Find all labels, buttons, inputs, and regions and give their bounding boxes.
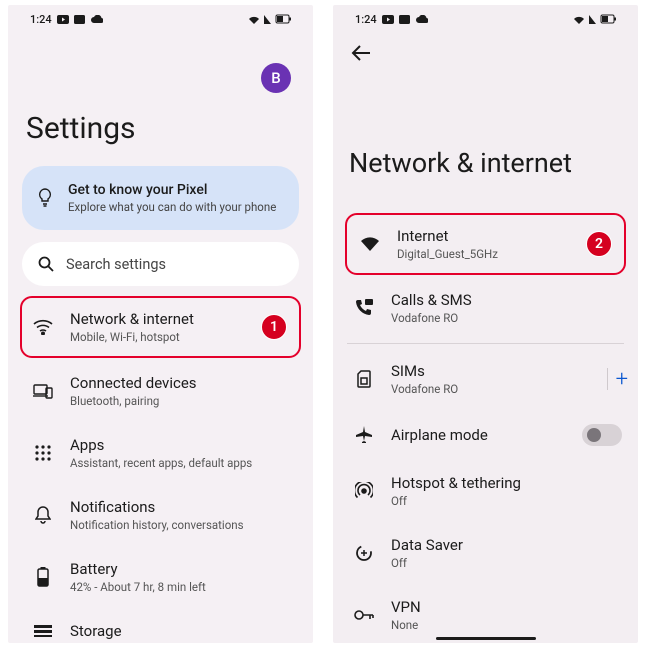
item-sub: Assistant, recent apps, default apps [70, 456, 252, 470]
caption-icon [74, 15, 85, 24]
status-time: 1:24 [355, 13, 377, 26]
item-title: Notifications [70, 498, 244, 516]
item-sub: Vodafone RO [391, 382, 458, 396]
item-sub: None [391, 618, 421, 632]
item-title: Hotspot & tethering [391, 474, 521, 492]
item-title: VPN [391, 598, 421, 616]
cloud-icon [415, 15, 428, 24]
data-saver-icon [353, 544, 375, 562]
status-bar: 1:24 [8, 5, 313, 29]
item-battery[interactable]: Battery 42% - About 7 hr, 8 min left [22, 546, 299, 608]
profile-avatar[interactable]: B [261, 63, 291, 93]
item-title: Battery [70, 560, 206, 578]
apps-icon [32, 445, 54, 461]
item-title: Data Saver [391, 536, 463, 554]
item-connected-devices[interactable]: Connected devices Bluetooth, pairing [22, 360, 299, 422]
devices-icon [32, 383, 54, 399]
status-bar: 1:24 [333, 5, 638, 29]
promo-sub: Explore what you can do with your phone [68, 200, 276, 214]
item-storage[interactable]: Storage [22, 608, 299, 640]
item-title: SIMs [391, 362, 458, 380]
item-title: Internet [397, 227, 498, 245]
item-sub: Off [391, 494, 521, 508]
wifi-icon [32, 319, 54, 335]
divider [347, 343, 624, 344]
wifi-filled-icon [359, 236, 381, 252]
item-data-saver[interactable]: Data Saver Off [337, 522, 634, 584]
item-sub: Mobile, Wi-Fi, hotspot [70, 330, 194, 344]
caption-icon [399, 15, 410, 24]
item-apps[interactable]: Apps Assistant, recent apps, default app… [22, 422, 299, 484]
item-notifications[interactable]: Notifications Notification history, conv… [22, 484, 299, 546]
sim-icon [353, 370, 375, 388]
step-badge-1: 1 [261, 314, 287, 340]
item-sub: Digital_Guest_5GHz [397, 247, 498, 261]
item-calls-sms[interactable]: Calls & SMS Vodafone RO [337, 277, 634, 339]
search-placeholder: Search settings [66, 256, 166, 273]
item-title: Network & internet [70, 310, 194, 328]
storage-icon [32, 625, 54, 637]
youtube-icon [382, 15, 394, 24]
settings-screen: 1:24 B Settings Get to know your Pixel [8, 5, 313, 643]
vpn-key-icon [353, 609, 375, 621]
item-internet[interactable]: Internet Digital_Guest_5GHz 2 [345, 213, 626, 275]
search-icon [38, 256, 54, 272]
item-sub: 42% - About 7 hr, 8 min left [70, 580, 206, 594]
nav-handle[interactable] [436, 637, 536, 640]
youtube-icon [57, 15, 69, 24]
airplane-icon [353, 426, 375, 444]
item-title: Apps [70, 436, 252, 454]
status-icons [247, 13, 291, 25]
item-sub: Vodafone RO [391, 311, 472, 325]
item-hotspot[interactable]: Hotspot & tethering Off [337, 460, 634, 522]
network-internet-screen: 1:24 Network & internet [333, 5, 638, 643]
page-title: Network & internet [349, 147, 638, 179]
arrow-back-icon [351, 45, 371, 61]
airplane-toggle[interactable] [582, 424, 622, 446]
battery-icon [32, 567, 54, 587]
item-airplane-mode[interactable]: Airplane mode [337, 410, 634, 460]
step-badge-2: 2 [586, 231, 612, 257]
back-button[interactable] [333, 29, 638, 61]
item-title: Airplane mode [391, 426, 488, 444]
promo-card[interactable]: Get to know your Pixel Explore what you … [22, 166, 299, 230]
add-sim-button[interactable]: + [616, 367, 634, 392]
status-icons [572, 13, 616, 25]
item-title: Connected devices [70, 374, 197, 392]
item-title: Storage [70, 622, 122, 640]
search-settings[interactable]: Search settings [22, 242, 299, 286]
item-sims[interactable]: SIMs Vodafone RO [337, 348, 599, 410]
phone-msg-icon [353, 299, 375, 317]
page-title: Settings [26, 111, 299, 146]
hotspot-icon [353, 482, 375, 500]
item-sub: Bluetooth, pairing [70, 394, 197, 408]
item-network-internet[interactable]: Network & internet Mobile, Wi-Fi, hotspo… [20, 296, 301, 358]
status-time: 1:24 [30, 13, 52, 26]
item-sub: Notification history, conversations [70, 518, 244, 532]
lightbulb-icon [36, 188, 54, 208]
item-vpn[interactable]: VPN None [337, 584, 634, 643]
separator [607, 368, 608, 390]
bell-icon [32, 506, 54, 524]
item-title: Calls & SMS [391, 291, 472, 309]
promo-title: Get to know your Pixel [68, 182, 276, 198]
item-sub: Off [391, 556, 463, 570]
cloud-icon [90, 15, 103, 24]
